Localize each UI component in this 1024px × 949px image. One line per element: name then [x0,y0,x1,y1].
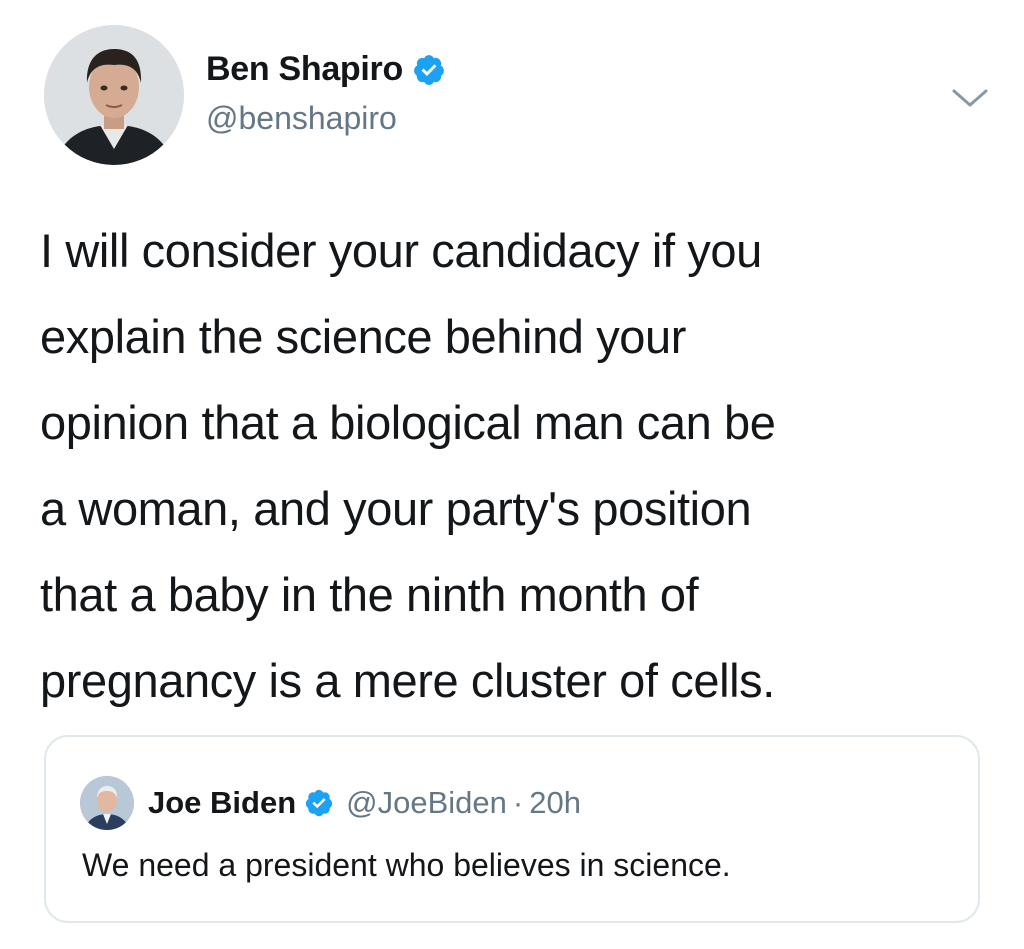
quoted-author-avatar-image [80,776,134,830]
author-name-row: Ben Shapiro [206,50,446,89]
quoted-tweet-header: Joe Biden @JoeBiden · 20h [80,775,581,831]
author-handle[interactable]: @benshapiro [206,100,397,137]
quoted-author-handle[interactable]: @JoeBiden [346,785,507,821]
quoted-verified-badge-icon [306,789,333,817]
quoted-meta-separator: · [512,785,524,820]
quoted-tweet-card[interactable]: Joe Biden @JoeBiden · 20h We need a pres… [44,735,980,923]
tweet-text: I will consider your candidacy if you ex… [40,224,776,707]
quoted-tweet-text: We need a president who believes in scie… [82,847,731,883]
chevron-down-icon[interactable] [950,85,990,111]
tweet: Ben Shapiro @benshapiro I will consider … [0,0,1024,949]
author-avatar[interactable] [44,25,184,165]
author-avatar-image [44,25,184,165]
quoted-author-display-name[interactable]: Joe Biden [148,785,296,821]
quoted-author-avatar[interactable] [80,776,134,830]
verified-badge-icon [414,54,444,85]
quoted-tweet-timestamp[interactable]: 20h [529,785,581,821]
author-display-name[interactable]: Ben Shapiro [206,50,403,89]
